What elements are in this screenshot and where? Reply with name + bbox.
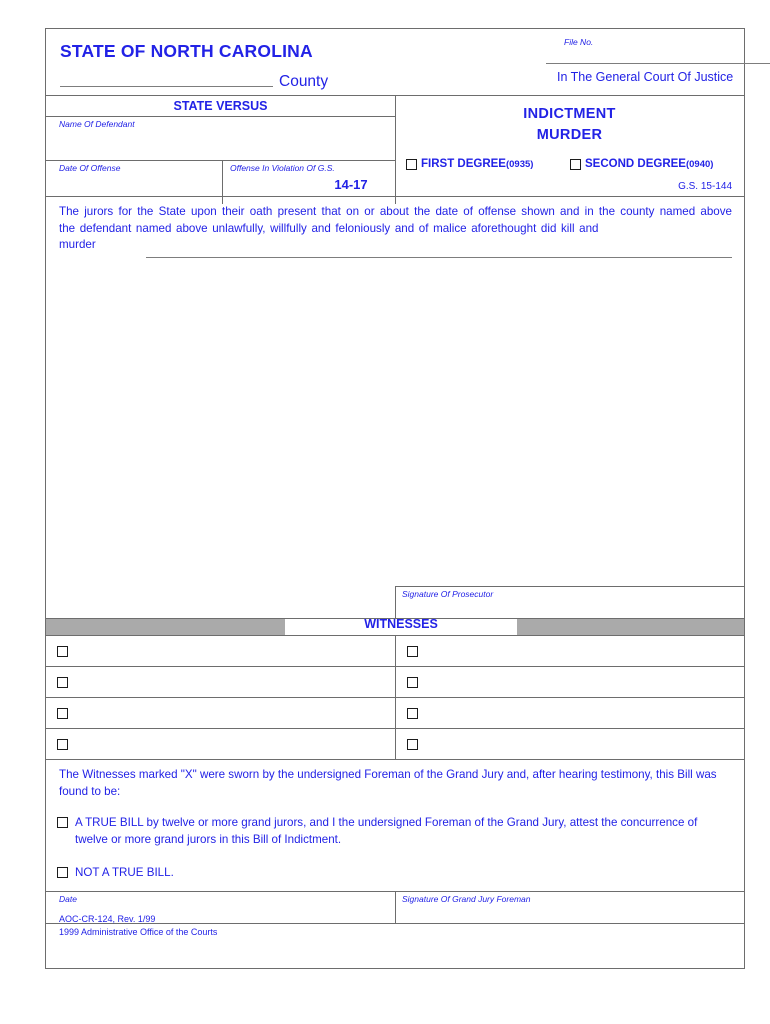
second-degree-checkbox[interactable] [570, 158, 581, 170]
state-versus-underline [46, 116, 395, 117]
offense-statute-value: 14-17 [334, 177, 368, 192]
prosecutor-vertical-divider [395, 586, 396, 619]
statute-note: G.S. 15-144 [678, 181, 732, 192]
witness-row-divider [46, 759, 744, 760]
witness-checkbox[interactable] [407, 739, 418, 750]
witness-checkbox[interactable] [407, 708, 418, 719]
not-true-bill-option[interactable]: NOT A TRUE BILL. [57, 865, 457, 882]
signature-block-vertical-divider [395, 891, 396, 924]
file-no-label: File No. [564, 37, 594, 47]
date-of-offense-label: Date Of Offense [59, 163, 121, 173]
page-title: STATE OF NORTH CAROLINA [60, 41, 313, 61]
prosecutor-block-divider [395, 586, 744, 587]
county-label: County [279, 73, 329, 90]
witnesses-bar-right [517, 619, 744, 635]
indictment-subtitle: MURDER [536, 127, 603, 143]
form-page: STATE OF NORTH CAROLINA County File No. … [0, 0, 770, 1024]
charging-paragraph: The jurors for the State upon their oath… [59, 204, 732, 254]
second-degree-code: (0940) [685, 159, 714, 170]
offense-cell-divider [222, 160, 223, 204]
true-bill-option[interactable]: A TRUE BILL by twelve or more grand juro… [57, 815, 729, 848]
date-label: Date [59, 894, 77, 904]
murder-write-in-line[interactable] [146, 257, 732, 258]
second-degree-text: SECOND DEGREE [585, 158, 686, 170]
first-degree-code: (0935) [505, 159, 534, 170]
county-write-in-line[interactable] [60, 86, 273, 87]
defendant-row-divider [46, 160, 395, 161]
degree-selection-row: FIRST DEGREE(0935) SECOND DEGREE(0940) [406, 158, 744, 178]
indictment-title: INDICTMENT [523, 106, 616, 122]
file-no-write-in-line[interactable] [546, 63, 770, 64]
witness-checkbox[interactable] [407, 646, 418, 657]
form-footer: AOC-CR-124, Rev. 1/99 1999 Administrativ… [59, 913, 217, 938]
witness-checkbox[interactable] [57, 646, 68, 657]
offense-block-divider [46, 196, 744, 197]
indictment-form: STATE OF NORTH CAROLINA County File No. … [45, 28, 770, 969]
witness-column-divider [395, 635, 396, 759]
form-header: STATE OF NORTH CAROLINA County File No. … [46, 29, 770, 97]
second-degree-label: SECOND DEGREE(0940) [585, 158, 713, 170]
court-label: In The General Court Of Justice [557, 70, 734, 84]
true-bill-checkbox[interactable] [57, 817, 68, 828]
first-degree-option[interactable]: FIRST DEGREE(0935) [406, 158, 533, 170]
foreman-signature-label: Signature Of Grand Jury Foreman [402, 894, 531, 904]
not-true-bill-checkbox[interactable] [57, 867, 68, 878]
grand-jury-intro: The Witnesses marked "X" were sworn by t… [59, 768, 717, 798]
true-bill-label: A TRUE BILL by twelve or more grand juro… [75, 816, 698, 846]
first-degree-text: FIRST DEGREE [421, 158, 506, 170]
witnesses-bar-left [46, 619, 285, 635]
witness-checkbox[interactable] [57, 677, 68, 688]
second-degree-option[interactable]: SECOND DEGREE(0940) [570, 158, 713, 170]
witness-checkbox[interactable] [57, 708, 68, 719]
charging-paragraph-last-word: murder [59, 238, 96, 251]
form-id-label: AOC-CR-124, Rev. 1/99 [59, 914, 156, 924]
charging-paragraph-text: The jurors for the State upon their oath… [59, 205, 732, 235]
prosecutor-signature-label: Signature Of Prosecutor [402, 589, 494, 599]
name-of-defendant-label: Name Of Defendant [59, 119, 135, 129]
witness-checkbox[interactable] [57, 739, 68, 750]
first-degree-label: FIRST DEGREE(0935) [421, 158, 533, 170]
witness-checkbox[interactable] [407, 677, 418, 688]
copyright-label: 1999 Administrative Office of the Courts [59, 926, 218, 937]
not-true-bill-label: NOT A TRUE BILL. [75, 866, 174, 879]
witnesses-heading: WITNESSES [364, 617, 438, 631]
offense-violation-label: Offense In Violation Of G.S. [230, 163, 335, 173]
state-versus-heading: STATE VERSUS [173, 99, 268, 113]
first-degree-checkbox[interactable] [406, 158, 417, 170]
